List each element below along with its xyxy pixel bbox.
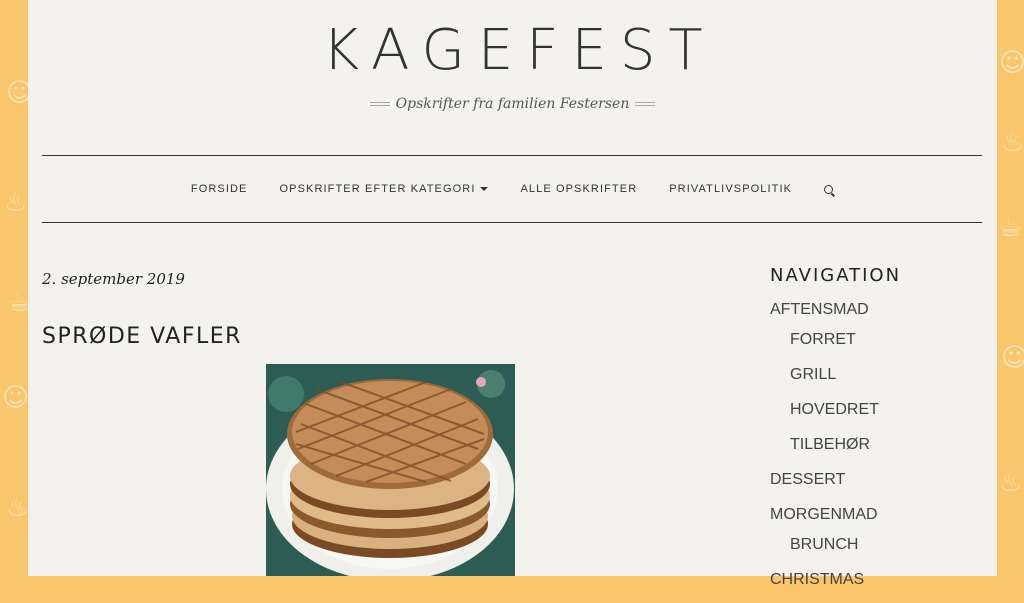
site-tagline: Opskrifter fra familien Festersen <box>28 96 997 112</box>
sidebar-navigation-list: AFTENSMAD FORRET GRILL HOVEDRET TILBEHØR… <box>770 298 879 603</box>
sidebar-item-dessert[interactable]: DESSERT <box>770 468 879 503</box>
sidebar-item-morgenmad[interactable]: MORGENMAD <box>770 503 879 533</box>
waffle-photo[interactable] <box>266 364 515 576</box>
sidebar-item-brunch[interactable]: BRUNCH <box>770 533 879 568</box>
caret-down-icon <box>480 187 489 191</box>
nav-item-alle-opskrifter[interactable]: ALLE OPSKRIFTER <box>520 183 637 195</box>
sidebar-item-grill[interactable]: GRILL <box>770 363 879 398</box>
search-button[interactable] <box>824 184 834 194</box>
site-title[interactable]: KAGEFEST <box>28 18 997 83</box>
nav-item-forside[interactable]: FORSIDE <box>191 183 248 195</box>
sidebar-item-tilbehor[interactable]: TILBEHØR <box>770 433 879 468</box>
nav-item-opskrifter-efter-kategori[interactable]: OPSKRIFTER EFTER KATEGORI <box>280 183 489 195</box>
search-icon <box>824 184 834 194</box>
post-title[interactable]: SPRØDE VAFLER <box>42 324 242 349</box>
tagline-divider-right <box>635 102 656 106</box>
sidebar-widget-title: NAVIGATION <box>770 265 902 286</box>
nav-item-privatlivspolitik[interactable]: PRIVATLIVSPOLITIK <box>669 183 792 195</box>
page-container: KAGEFEST Opskrifter fra familien Festers… <box>28 0 997 588</box>
tagline-text: Opskrifter fra familien Festersen <box>395 96 630 112</box>
background-pattern-left: ☺ ♨ ☕ ☺ ♨ <box>2 78 28 523</box>
sidebar-item-forret[interactable]: FORRET <box>770 328 879 363</box>
waffle-illustration <box>266 364 515 576</box>
sidebar-item-christmas[interactable]: CHRISTMAS <box>770 568 879 603</box>
sidebar-item-aftensmad[interactable]: AFTENSMAD <box>770 298 879 328</box>
nav-item-label: OPSKRIFTER EFTER KATEGORI <box>279 183 476 195</box>
post-date: 2. september 2019 <box>42 270 185 288</box>
background-pattern-right: ☺ ♨ ☕ ☺ ♨ <box>999 48 1024 498</box>
main-navigation: FORSIDE OPSKRIFTER EFTER KATEGORI ALLE O… <box>42 155 982 223</box>
sidebar-item-hovedret[interactable]: HOVEDRET <box>770 398 879 433</box>
tagline-divider-left <box>369 102 390 106</box>
